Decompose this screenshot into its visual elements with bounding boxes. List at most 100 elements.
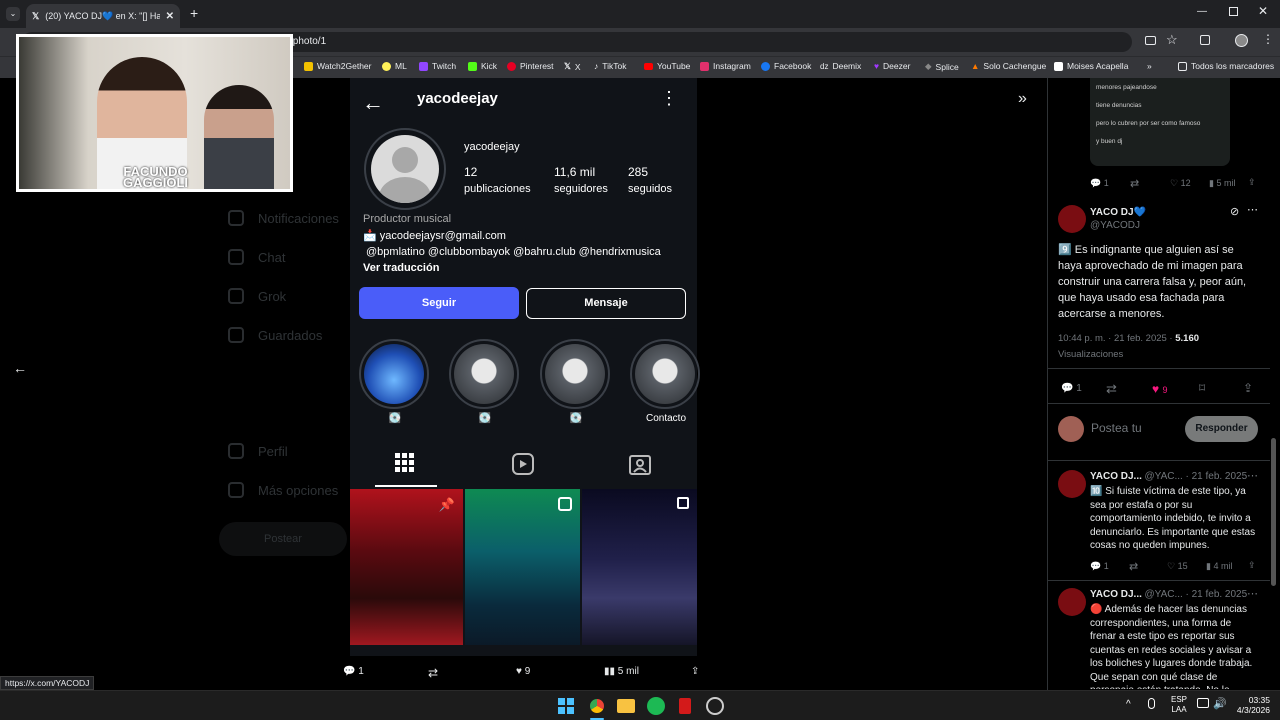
app-icon[interactable] [706,697,724,715]
ig-posts-count: 12 [464,165,478,179]
expand-icon[interactable]: » [1018,90,1027,108]
network-icon[interactable] [1197,698,1209,708]
cast-icon[interactable] [1145,36,1156,45]
modal-like-action[interactable]: ♥ 9 [516,666,530,677]
timestamp: 10:44 p. m. · 21 feb. 2025 · [1058,333,1176,344]
reply-input[interactable]: Postea tu [1091,421,1142,435]
avatar[interactable] [1058,470,1086,498]
ig-follow-button: Seguir [359,287,519,319]
reply-button[interactable]: Responder [1185,416,1258,442]
all-bookmarks[interactable]: Todos los marcadores [1178,61,1274,71]
profile-avatar[interactable] [1235,34,1248,47]
extensions-icon[interactable] [1200,35,1210,45]
bookmark-watch2gether[interactable]: Watch2Gether [304,61,372,71]
bookmark-kick[interactable]: Kick [468,61,497,71]
bookmark-pinterest[interactable]: Pinterest [507,61,554,71]
main-reply-action[interactable]: 💬 1 [1061,383,1082,394]
more-icon[interactable]: ⋯ [1247,587,1258,600]
bookmark-solo-cachengue[interactable]: ▲ Solo Cachengue [971,61,1046,71]
bookmark-x[interactable]: 𝕏X [564,61,581,72]
modal-reply-action[interactable]: 💬 1 [343,666,364,677]
ig-tab-indicator [375,485,437,487]
app-icon[interactable] [679,698,691,714]
bookmark-twitch[interactable]: Twitch [419,61,456,71]
main-tweet-name[interactable]: YACO DJ💙 [1090,207,1146,218]
top-reply-action[interactable]: 💬 1 [1090,178,1109,189]
modal-views-action[interactable]: ▮▮ 5 mil [604,666,639,677]
main-repost-action[interactable]: ⇄ [1106,381,1117,397]
nav-more-options[interactable]: Más opciones [228,482,338,498]
tab-search-icon[interactable]: ⌄ [6,7,20,21]
reply-share-action[interactable]: ⇪ [1248,560,1256,571]
bookmark-tiktok[interactable]: ♪ TikTok [594,61,627,71]
bookmark-deemix[interactable]: dz Deemix [820,61,861,71]
grok-icon[interactable]: ⊘ [1230,205,1239,218]
avatar[interactable] [1058,205,1086,233]
bookmark-splice[interactable]: ◆ Splice [925,61,959,72]
new-tab-icon[interactable]: + [190,5,198,21]
reply-date[interactable]: · 21 feb. 2025 [1185,471,1247,482]
view-count: 4 mil [1213,561,1233,571]
more-icon[interactable]: ⋯ [1247,469,1258,482]
bookmark-star-icon[interactable]: ☆ [1166,32,1178,48]
bookmark-ml[interactable]: ML [382,61,407,71]
nav-grok[interactable]: Grok [228,288,286,304]
browser-tab[interactable]: 𝕏 (20) YACO DJ💙 en X: "[] Hace ✕ [26,4,180,28]
ig-highlight [359,339,429,409]
reply-placeholder: Postea tu [1091,421,1142,435]
mic-icon[interactable] [1148,698,1155,709]
top-like-action[interactable]: ♡ 12 [1170,178,1191,189]
nav-notifications[interactable]: Notificaciones [228,210,339,226]
reply-repost-action[interactable]: ⇄ [1129,560,1138,573]
more-icon[interactable]: ⋯ [1247,203,1258,216]
reply-handle[interactable]: @YAC... [1145,471,1183,482]
top-repost-action[interactable]: ⇄ [1130,177,1139,190]
modal-repost-action[interactable]: ⇄ [428,666,438,680]
close-window-icon[interactable]: ✕ [1258,4,1268,18]
reply-like-action[interactable]: ♡ 15 [1167,561,1188,572]
main-share-action[interactable]: ⇪ [1243,381,1253,395]
browser-menu-icon[interactable]: ⋮ [1262,32,1274,46]
tray-chevron-icon[interactable]: ^ [1126,699,1131,710]
file-explorer-icon[interactable] [617,699,635,713]
more-bookmarks-icon[interactable]: » [1147,61,1152,71]
main-bookmark-action[interactable]: ⌑ [1199,381,1205,395]
top-views-action[interactable]: ▮ 5 mil [1209,178,1235,189]
chrome-icon[interactable] [588,697,606,715]
nav-profile[interactable]: Perfil [228,443,288,459]
reply-header: YACO DJ... @YAC... · 21 feb. 2025 [1090,589,1247,600]
nav-saved[interactable]: Guardados [228,327,322,343]
reply-name[interactable]: YACO DJ... [1090,471,1142,482]
clock[interactable]: 03:35 4/3/2026 [1232,695,1270,715]
bookmark-instagram[interactable]: Instagram [700,61,751,71]
heart-icon: ♥ [516,666,522,677]
main-like-action[interactable]: ♥ 9 [1152,382,1167,396]
nav-chat[interactable]: Chat [228,249,285,265]
spotify-icon[interactable] [647,697,665,715]
reply-handle[interactable]: @YAC... [1145,589,1183,600]
back-arrow-icon[interactable]: ← [13,360,27,376]
volume-icon[interactable]: 🔊 [1213,697,1227,710]
bookmark-youtube[interactable]: YouTube [644,61,690,71]
chat-line: y buen dj [1096,138,1123,145]
top-share-action[interactable]: ⇪ [1248,177,1256,188]
minimize-icon[interactable]: — [1197,6,1207,17]
reply-reply-action[interactable]: 💬 1 [1090,561,1109,572]
maximize-icon[interactable] [1229,7,1238,16]
reply-name[interactable]: YACO DJ... [1090,589,1142,600]
main-tweet-meta: 10:44 p. m. · 21 feb. 2025 · 5.160 [1058,333,1199,344]
scrollbar[interactable] [1271,438,1276,586]
language-indicator[interactable]: ESP LAA [1171,695,1187,715]
close-tab-icon[interactable]: ✕ [166,11,174,22]
avatar[interactable] [1058,588,1086,616]
reply-views-action[interactable]: ▮ 4 mil [1206,561,1232,572]
reply-date[interactable]: · 21 feb. 2025 [1185,589,1247,600]
main-tweet-handle[interactable]: @YACODJ [1090,220,1140,231]
lang-line: LAA [1171,705,1187,714]
windows-start-icon[interactable] [558,698,574,714]
bookmark-moises-acapella[interactable]: Moises Acapella [1054,61,1128,71]
post-button[interactable]: Postear [219,522,347,556]
bookmark-deezer[interactable]: ♥ Deezer [874,61,910,71]
bookmark-facebook[interactable]: Facebook [761,61,811,71]
modal-share-action[interactable]: ⇪ [691,666,699,677]
